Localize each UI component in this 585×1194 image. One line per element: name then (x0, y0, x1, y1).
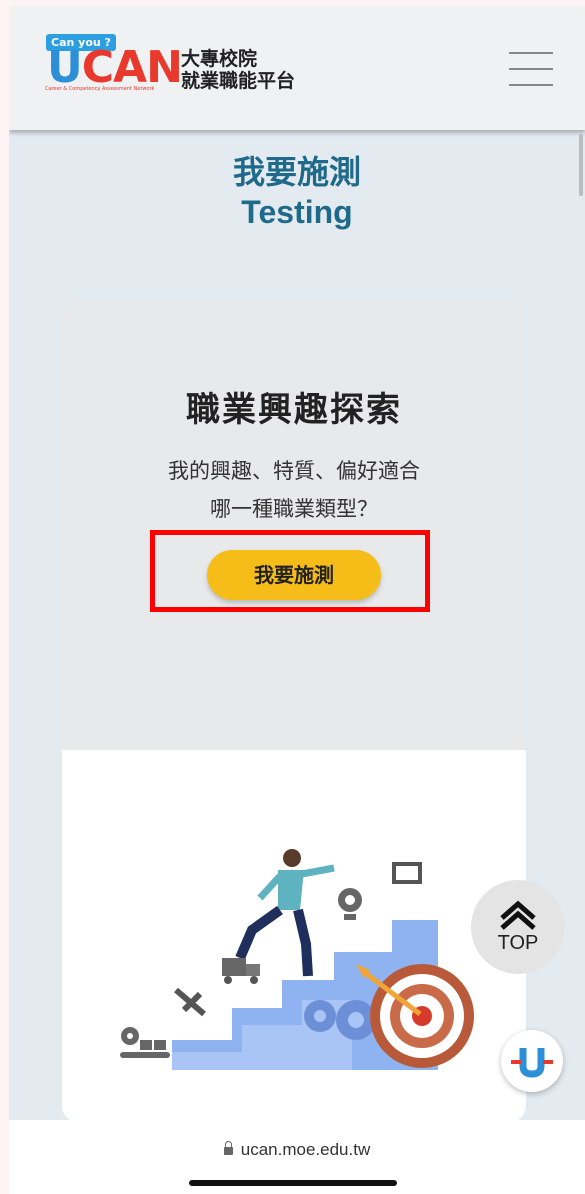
ucan-assistant-icon (511, 1048, 553, 1078)
url-display[interactable]: ucan.moe.edu.tw (9, 1140, 585, 1160)
home-indicator[interactable] (189, 1180, 397, 1186)
interest-test-card: 職業興趣探索 我的興趣、特質、偏好適合 哪一種職業類型？ 我要施測 (62, 302, 526, 1122)
card-description: 我的興趣、特質、偏好適合 哪一種職業類型？ (168, 459, 420, 521)
page-title-chinese: 我要施測 (232, 153, 361, 191)
chevron-up-icon (500, 900, 536, 930)
page-title: 我要施測 Testing (9, 152, 585, 232)
card-title: 職業興趣探索 (186, 390, 402, 430)
site-header: Can you ? UCAN Career & Competency Asses… (9, 6, 585, 130)
illustration-panel (62, 750, 526, 1122)
logo-chinese-name: 大專校院 就業職能平台 (181, 48, 296, 92)
back-to-top-button[interactable]: TOP (471, 880, 565, 974)
lock-icon (223, 1141, 233, 1155)
hamburger-menu-icon[interactable] (509, 52, 553, 86)
browser-address-bar[interactable]: ucan.moe.edu.tw (9, 1120, 585, 1194)
highlight-box (150, 530, 430, 612)
logo-tagline: Career & Competency Assessment Network (45, 86, 155, 92)
top-label: TOP (497, 932, 539, 954)
page-title-english: Testing (241, 194, 353, 230)
career-illustration (120, 849, 474, 1070)
ucan-assistant-button[interactable] (501, 1030, 563, 1092)
ucan-logo[interactable]: Can you ? UCAN Career & Competency Asses… (35, 32, 315, 102)
